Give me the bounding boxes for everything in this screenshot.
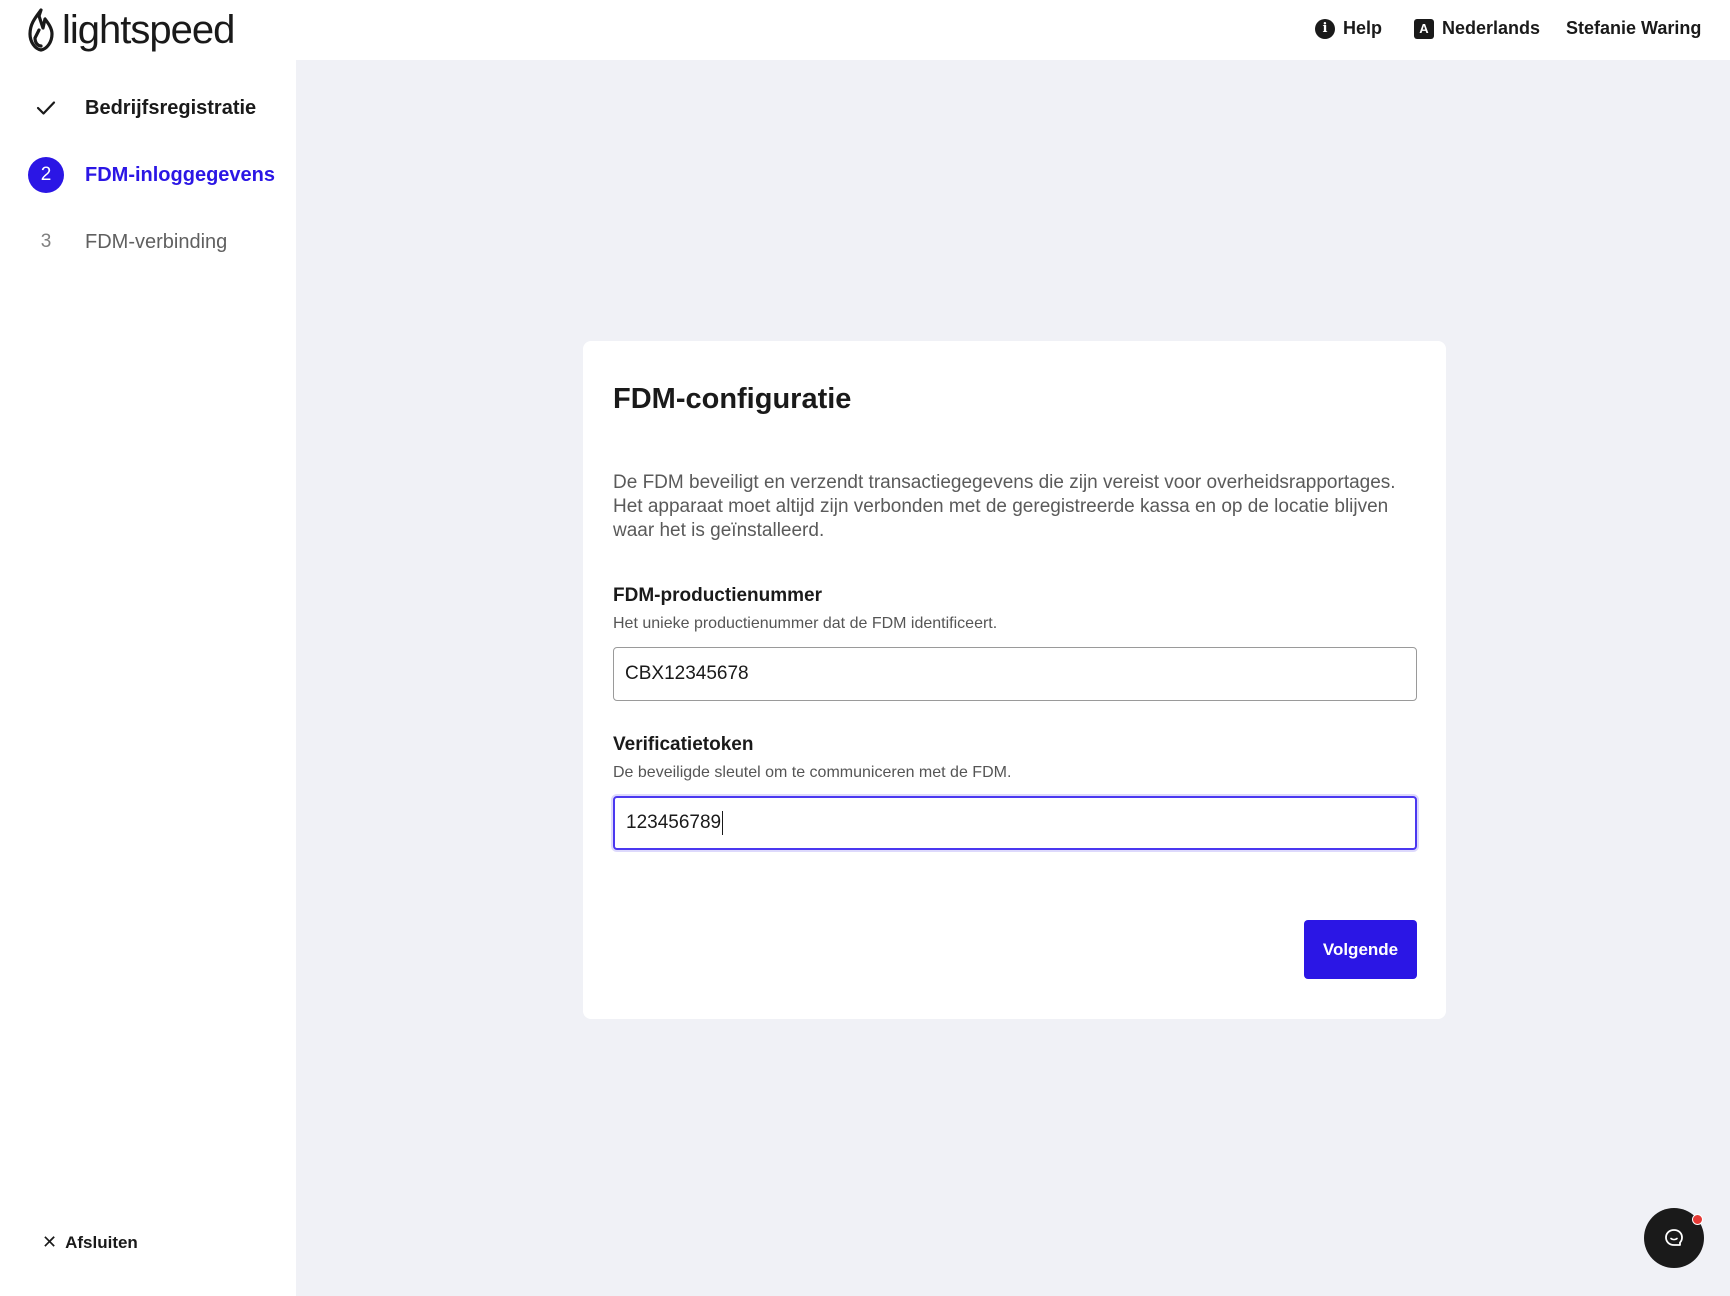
verification-token-value: 123456789 <box>626 812 722 833</box>
info-icon: i <box>1315 18 1335 39</box>
fdm-configuration-card: FDM-configuratie De FDM beveiligt en ver… <box>583 341 1446 1019</box>
step-fdm-credentials[interactable]: 2 FDM-inloggegevens <box>0 155 296 195</box>
chat-icon <box>1665 1229 1683 1246</box>
top-bar: lightspeed i Help A Nederlands Stefanie … <box>0 0 1730 60</box>
production-number-input[interactable]: CBX12345678 <box>613 647 1417 701</box>
lightspeed-logo[interactable]: lightspeed <box>26 5 235 55</box>
step-number: 3 <box>40 231 52 252</box>
step-label: Bedrijfsregistratie <box>85 96 257 119</box>
notification-dot <box>1692 1214 1703 1225</box>
check-svg <box>36 101 56 115</box>
help-button[interactable]: i Help <box>1315 18 1382 39</box>
checkmark-icon <box>28 90 64 126</box>
step-fdm-connection[interactable]: 3 FDM-verbinding <box>0 222 296 262</box>
verification-token-input[interactable]: 123456789 <box>613 796 1417 850</box>
sidebar: Bedrijfsregistratie 2 FDM-inloggegevens … <box>0 60 296 1296</box>
production-number-value: CBX12345678 <box>625 663 749 684</box>
step-number-badge: 2 <box>28 157 64 193</box>
card-description: De FDM beveiligt en verzendt transactieg… <box>613 472 1396 541</box>
step-label: FDM-verbinding <box>85 230 228 253</box>
user-name: Stefanie Waring <box>1566 18 1702 38</box>
step-label: FDM-inloggegevens <box>85 163 276 186</box>
next-button[interactable]: Volgende <box>1304 920 1417 979</box>
user-menu[interactable]: Stefanie Waring <box>1566 18 1701 39</box>
language-icon: A <box>1414 18 1434 39</box>
step-company-registration[interactable]: Bedrijfsregistratie <box>0 88 296 128</box>
production-number-help: Het unieke productienummer dat de FDM id… <box>613 615 998 632</box>
exit-label: Afsluiten <box>65 1232 138 1252</box>
flame-logo-icon <box>28 8 54 52</box>
text-caret <box>722 811 724 835</box>
language-selector[interactable]: A Nederlands <box>1414 18 1540 39</box>
production-number-label: FDM-productienummer <box>613 585 822 606</box>
verification-token-label: Verificatietoken <box>613 734 754 755</box>
page-title: FDM-configuratie <box>613 383 852 415</box>
exit-button[interactable]: ✕ Afsluiten <box>42 1232 138 1253</box>
logo-text: lightspeed <box>62 8 235 52</box>
verification-token-help: De beveiligde sleutel om te communiceren… <box>613 764 1012 781</box>
help-label: Help <box>1343 18 1383 38</box>
language-label: Nederlands <box>1442 18 1541 38</box>
close-icon: ✕ <box>42 1232 58 1252</box>
